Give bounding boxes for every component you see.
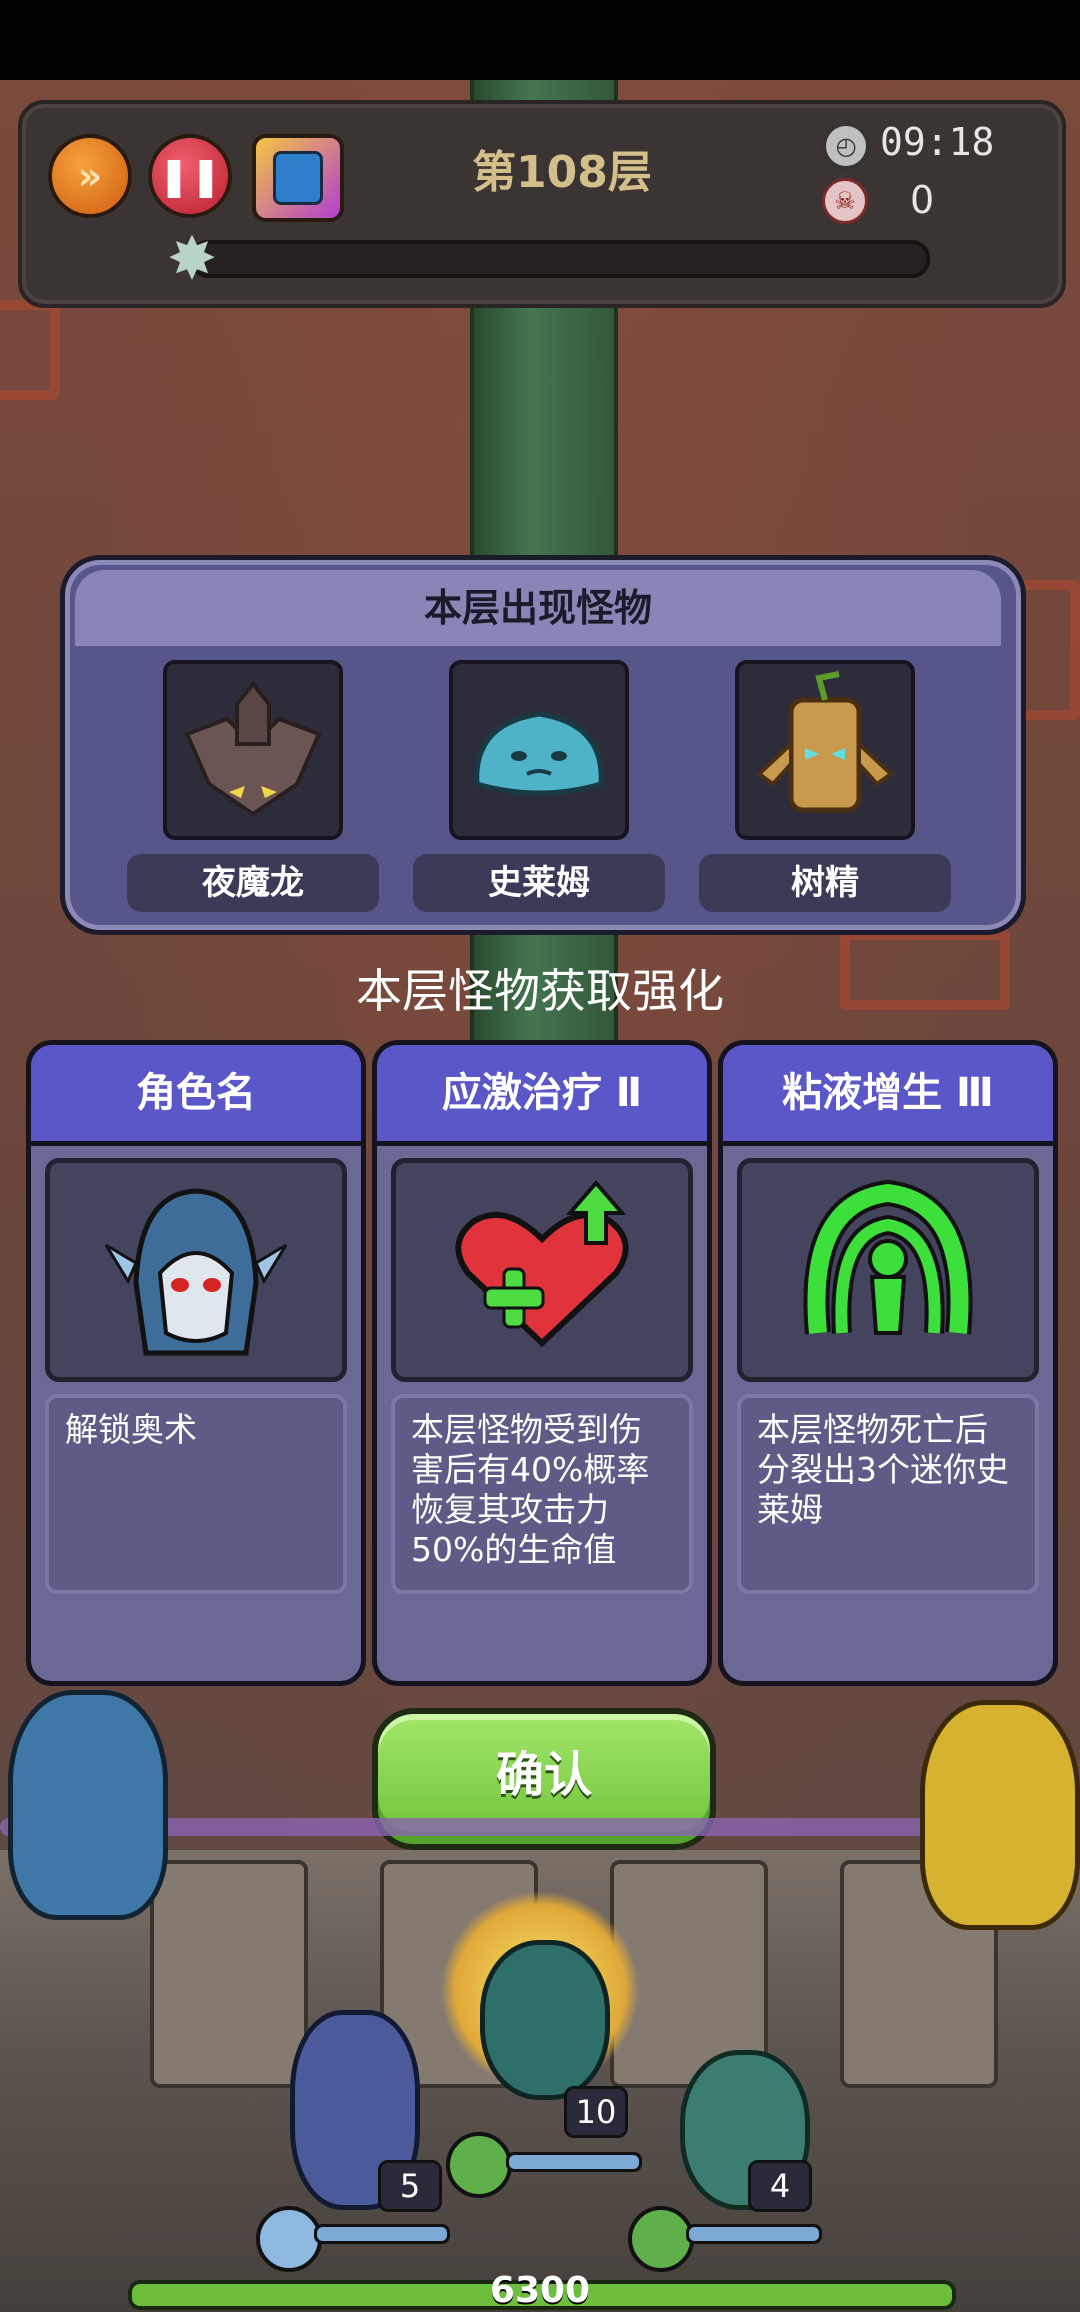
hero-left-level: 5 xyxy=(378,2160,442,2212)
monster-name: 史莱姆 xyxy=(413,854,665,912)
monster-panel: 本层出现怪物 夜魔龙 史莱姆 树精 xyxy=(60,555,1026,935)
timer-value: 09:18 xyxy=(880,120,995,164)
clock-icon: ◴ xyxy=(822,122,870,170)
floor-progress-bar xyxy=(190,240,930,278)
skull-icon: ☠ xyxy=(822,178,868,224)
hero-right-level: 4 xyxy=(748,2160,812,2212)
hp-fill xyxy=(689,2227,819,2241)
blue-dragon-ally[interactable] xyxy=(8,1690,168,1920)
buff-card-stress-heal[interactable]: 应激治疗 Ⅱ 本层怪物受到伤害后有40%概率恢复其攻击力50%的生命值 xyxy=(372,1040,712,1686)
fast-forward-icon: » xyxy=(77,154,103,198)
buff-card-slime-split[interactable]: 粘液增生 Ⅲ 本层怪物死亡后分裂出3个迷你史莱姆 xyxy=(718,1040,1058,1686)
card-title: 粘液增生 Ⅲ xyxy=(723,1045,1053,1146)
card-description: 本层怪物受到伤害后有40%概率恢复其攻击力50%的生命值 xyxy=(391,1394,693,1594)
hp-fill xyxy=(317,2227,447,2241)
codex-icon xyxy=(273,151,323,205)
monster-name: 夜魔龙 xyxy=(127,854,379,912)
hero-center-hp-bar xyxy=(506,2152,642,2172)
pause-button[interactable]: ❚❚ xyxy=(148,134,232,218)
pause-icon: ❚❚ xyxy=(158,154,222,198)
monster-name: 树精 xyxy=(699,854,951,912)
progress-spark-icon: ✸ xyxy=(166,224,218,294)
hero-center-level: 10 xyxy=(564,2086,628,2138)
hooded-elf-portrait xyxy=(45,1158,347,1382)
floor-title: 第108层 xyxy=(472,147,652,198)
card-title: 应激治疗 Ⅱ xyxy=(377,1045,707,1146)
gold-dragon-ally[interactable] xyxy=(920,1700,1080,1930)
ice-skill-icon[interactable] xyxy=(256,2206,322,2272)
heart-heal-icon xyxy=(391,1158,693,1382)
buff-subtitle: 本层怪物获取强化 xyxy=(356,964,724,1018)
monster-card[interactable]: 树精 xyxy=(699,660,951,912)
buff-card-role[interactable]: 角色名 解锁奥术 xyxy=(26,1040,366,1686)
treant-icon xyxy=(735,660,915,840)
nature-skill-icon[interactable] xyxy=(628,2206,694,2272)
monster-card[interactable]: 史莱姆 xyxy=(413,660,665,912)
card-title: 角色名 xyxy=(31,1045,361,1146)
fast-forward-button[interactable]: » xyxy=(48,134,132,218)
hero-left-hp-bar xyxy=(314,2224,450,2244)
hero-right-hp-bar xyxy=(686,2224,822,2244)
card-description: 解锁奥术 xyxy=(45,1394,347,1594)
arena-pillar xyxy=(150,1860,308,2088)
wall-rune-decoration xyxy=(0,300,60,400)
card-description: 本层怪物死亡后分裂出3个迷你史莱姆 xyxy=(737,1394,1039,1594)
team-hp-value: 6300 xyxy=(489,2270,591,2311)
slime-icon xyxy=(449,660,629,840)
status-bar xyxy=(0,0,1080,80)
top-hud: » ❚❚ 第108层 ◴ 09:18 ☠ 0 ✸ xyxy=(18,100,1066,308)
monster-card[interactable]: 夜魔龙 xyxy=(127,660,379,912)
monster-panel-title: 本层出现怪物 xyxy=(75,570,1001,646)
nature-skill-icon[interactable] xyxy=(446,2132,512,2198)
bat-dragon-icon xyxy=(163,660,343,840)
hp-fill xyxy=(509,2155,639,2169)
hero-center[interactable] xyxy=(480,1940,610,2100)
codex-button[interactable] xyxy=(252,134,344,222)
slime-split-icon xyxy=(737,1158,1039,1382)
kill-count: 0 xyxy=(910,178,935,222)
